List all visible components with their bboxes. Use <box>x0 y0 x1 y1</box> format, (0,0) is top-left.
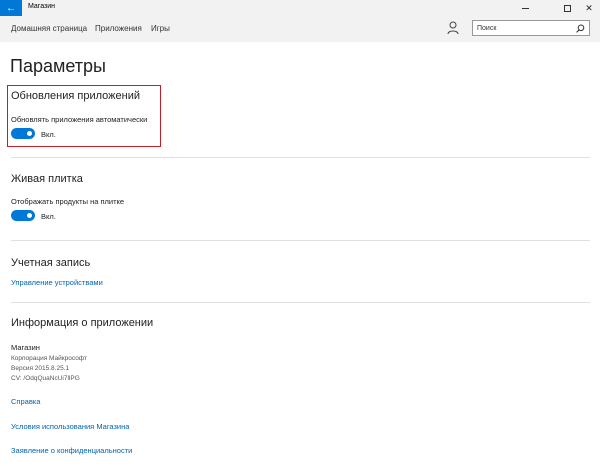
terms-link[interactable]: Условия использования Магазина <box>11 422 129 431</box>
close-icon: ✕ <box>585 2 593 13</box>
highlight-box <box>7 85 161 147</box>
app-cv: CV: /OdqQuaNcUi7llPG <box>11 375 80 382</box>
app-publisher: Корпорация Майкрософт <box>11 355 87 362</box>
live-tile-toggle-state: Вкл. <box>41 212 56 221</box>
page-title: Параметры <box>10 56 106 76</box>
nav-home[interactable]: Домашняя страница <box>11 24 87 33</box>
search-icon[interactable] <box>576 24 585 33</box>
search-box <box>472 20 590 36</box>
manage-devices-link[interactable]: Управление устройствами <box>11 278 103 287</box>
maximize-button[interactable] <box>556 0 578 16</box>
minimize-icon <box>521 7 529 9</box>
search-input[interactable] <box>477 23 569 34</box>
live-tile-section-title: Живая плитка <box>11 173 83 185</box>
minimize-button[interactable] <box>514 0 536 16</box>
section-divider <box>11 157 590 158</box>
close-button[interactable]: ✕ <box>578 0 600 16</box>
account-section-title: Учетная запись <box>11 257 91 269</box>
user-icon[interactable] <box>447 21 459 35</box>
nav-apps[interactable]: Приложения <box>95 24 142 33</box>
toggle-knob <box>27 213 32 218</box>
live-tile-label: Отображать продукты на плитке <box>11 197 125 206</box>
nav-games[interactable]: Игры <box>151 24 170 33</box>
help-link[interactable]: Справка <box>11 397 40 406</box>
arrow-left-icon: ← <box>6 2 16 14</box>
maximize-icon <box>563 4 571 12</box>
section-divider <box>11 240 590 241</box>
app-info-section-title: Информация о приложении <box>11 317 154 329</box>
section-divider <box>11 302 590 303</box>
back-button[interactable]: ← <box>0 0 22 16</box>
app-version: Версия 2015.8.25.1 <box>11 365 70 372</box>
title-bar: ← Магазин ✕ <box>0 0 600 16</box>
app-name: Магазин <box>11 343 40 352</box>
privacy-link[interactable]: Заявление о конфиденциальности <box>11 446 132 455</box>
window-title: Магазин <box>28 3 56 10</box>
live-tile-toggle[interactable] <box>11 210 35 221</box>
